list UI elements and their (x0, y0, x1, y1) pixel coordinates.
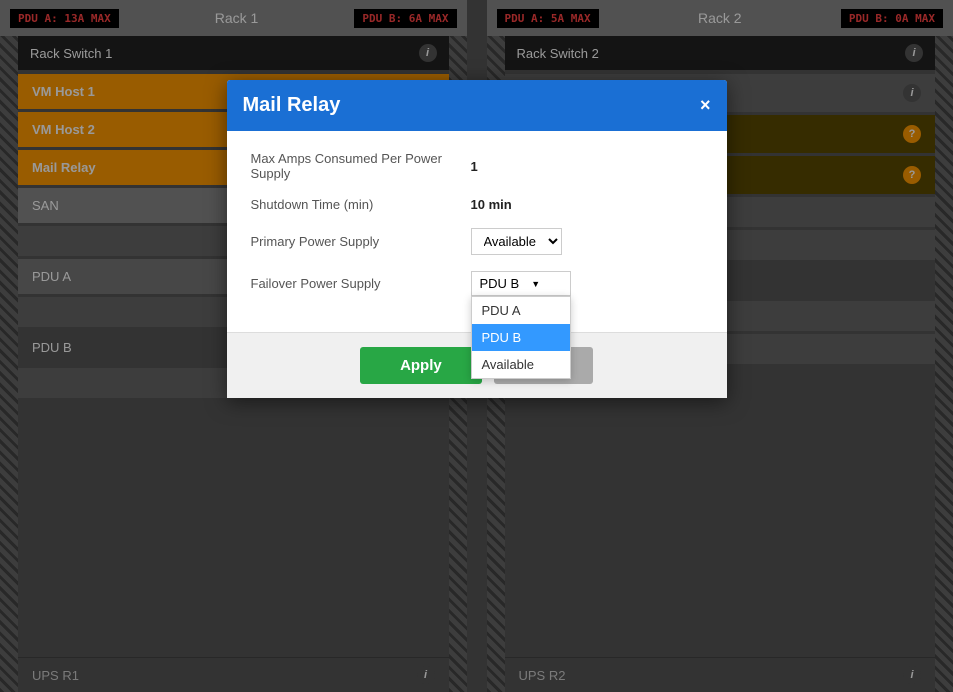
failover-power-row: Failover Power Supply PDU B PDU A PDU B … (251, 271, 703, 296)
shutdown-time-label: Shutdown Time (min) (251, 197, 471, 212)
apply-button[interactable]: Apply (360, 347, 482, 384)
failover-dropdown-value: PDU B (480, 276, 520, 291)
max-amps-label: Max Amps Consumed Per Power Supply (251, 151, 471, 181)
primary-power-select[interactable]: Available PDU A PDU B (471, 228, 562, 255)
failover-option-available[interactable]: Available (472, 351, 570, 378)
modal-overlay: Mail Relay × Max Amps Consumed Per Power… (0, 0, 953, 692)
failover-option-pdu-b[interactable]: PDU B (472, 324, 570, 351)
modal-close-button[interactable]: × (700, 95, 711, 116)
failover-dropdown-selected[interactable]: PDU B (471, 271, 571, 296)
failover-power-label: Failover Power Supply (251, 276, 471, 291)
failover-dropdown-container: PDU B PDU A PDU B Available (471, 271, 571, 296)
modal-header: Mail Relay × (227, 80, 727, 131)
modal-body: Max Amps Consumed Per Power Supply 1 Shu… (227, 131, 727, 332)
shutdown-time-value: 10 min (471, 197, 512, 212)
main-container: PDU A: 13A MAX Rack 1 PDU B: 6A MAX Rack… (0, 0, 953, 692)
failover-option-pdu-a[interactable]: PDU A (472, 297, 570, 324)
shutdown-time-row: Shutdown Time (min) 10 min (251, 197, 703, 212)
failover-dropdown-menu: PDU A PDU B Available (471, 296, 571, 379)
modal-dialog: Mail Relay × Max Amps Consumed Per Power… (227, 80, 727, 398)
max-amps-row: Max Amps Consumed Per Power Supply 1 (251, 151, 703, 181)
max-amps-value: 1 (471, 159, 478, 174)
modal-title: Mail Relay (243, 94, 341, 117)
primary-power-label: Primary Power Supply (251, 234, 471, 249)
primary-power-row: Primary Power Supply Available PDU A PDU… (251, 228, 703, 255)
